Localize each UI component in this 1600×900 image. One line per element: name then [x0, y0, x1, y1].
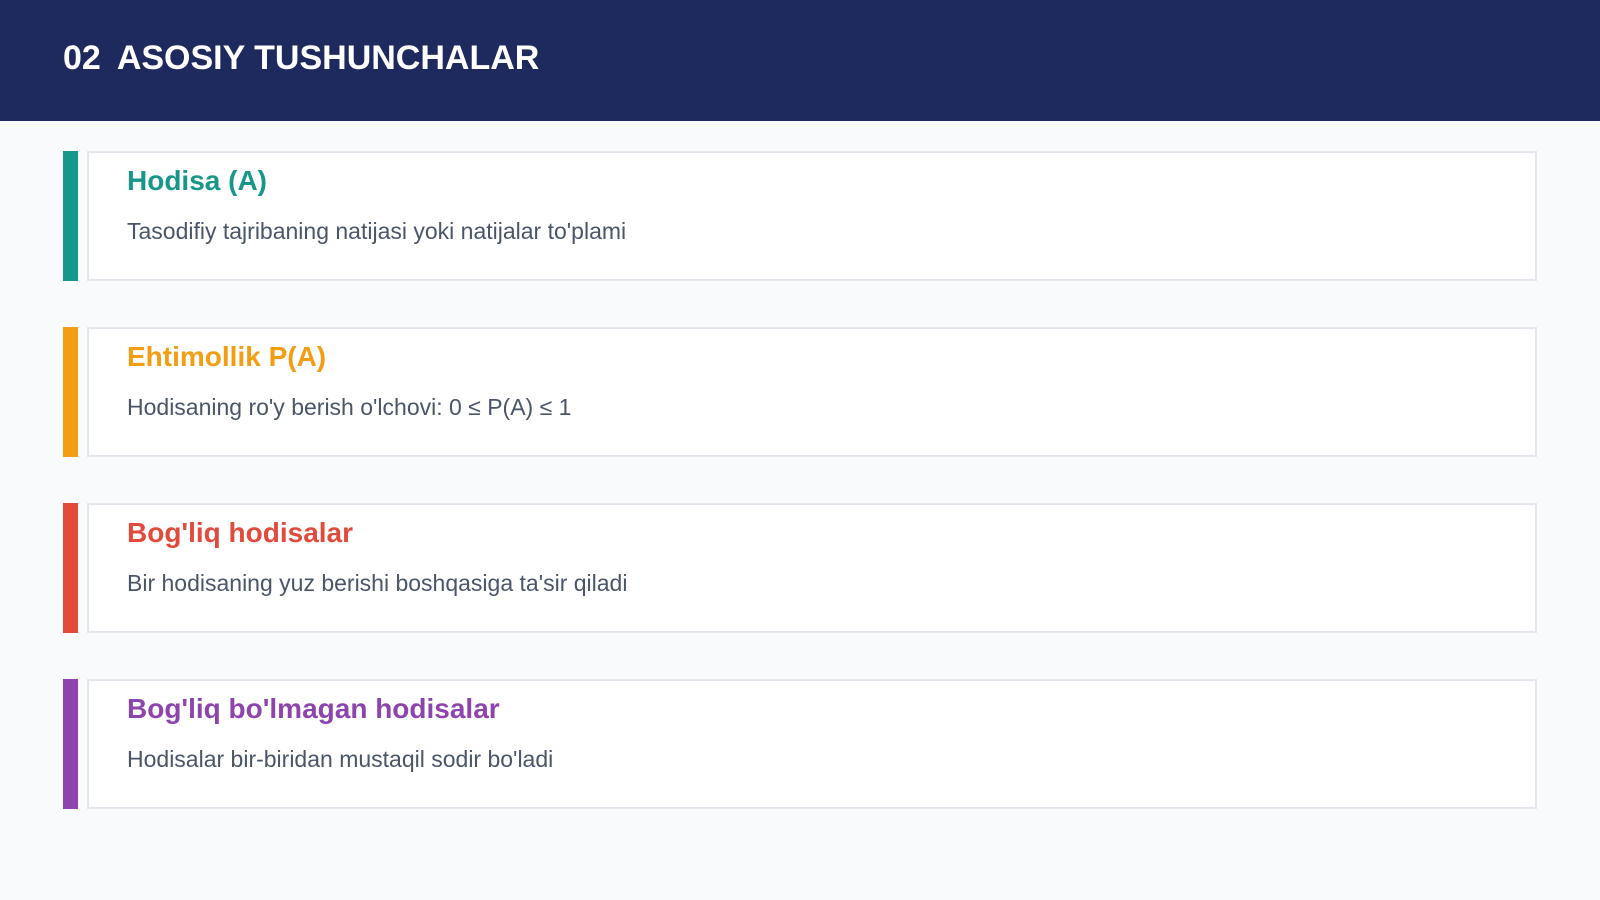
card-title: Hodisa (A): [127, 165, 267, 196]
section-title: ASOSIY TUSHUNCHALAR: [116, 39, 540, 77]
card-body: Bog'liq bo'lmagan hodisalar Hodisalar bi…: [87, 679, 1537, 809]
card-description: Bir hodisaning yuz berishi boshqasiga ta…: [127, 570, 628, 596]
accent-bar: [63, 679, 78, 809]
card-body: Bog'liq hodisalar Bir hodisaning yuz ber…: [87, 503, 1537, 633]
header-bar: 02 ASOSIY TUSHUNCHALAR: [0, 0, 1600, 121]
accent-bar: [63, 327, 78, 457]
concept-card-independent: Bog'liq bo'lmagan hodisalar Hodisalar bi…: [63, 679, 1537, 809]
card-title: Ehtimollik P(A): [127, 341, 327, 372]
concept-card-dependent: Bog'liq hodisalar Bir hodisaning yuz ber…: [63, 503, 1537, 633]
card-description: Hodisaning ro'y berish o'lchovi: 0 ≤ P(A…: [127, 394, 572, 420]
concept-card-event: Hodisa (A) Tasodifiy tajribaning natijas…: [63, 151, 1537, 281]
slide-title: 02 ASOSIY TUSHUNCHALAR: [63, 36, 539, 80]
card-description: Hodisalar bir-biridan mustaqil sodir bo'…: [127, 746, 554, 772]
concept-card-probability: Ehtimollik P(A) Hodisaning ro'y berish o…: [63, 327, 1537, 457]
card-body: Hodisa (A) Tasodifiy tajribaning natijas…: [87, 151, 1537, 281]
card-title: Bog'liq hodisalar: [127, 517, 354, 548]
card-title: Bog'liq bo'lmagan hodisalar: [127, 693, 500, 724]
accent-bar: [63, 503, 78, 633]
card-body: Ehtimollik P(A) Hodisaning ro'y berish o…: [87, 327, 1537, 457]
section-number: 02: [63, 39, 101, 77]
card-description: Tasodifiy tajribaning natijasi yoki nati…: [127, 218, 627, 244]
accent-bar: [63, 151, 78, 281]
